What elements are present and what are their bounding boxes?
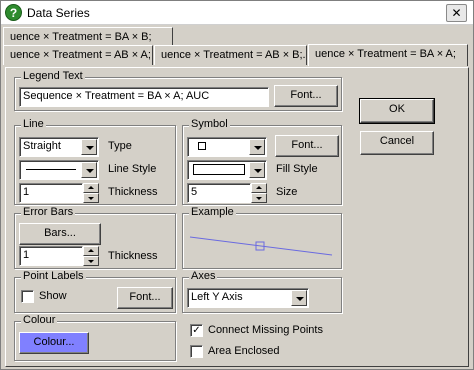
tab-series-ba-a[interactable]: uence × Treatment = BA × A; (308, 44, 468, 66)
line-type-value: Straight (23, 140, 61, 152)
help-question-icon: ? (5, 4, 22, 21)
line-thickness-input[interactable]: 1 (19, 183, 83, 203)
point-labels-group-label: Point Labels (21, 270, 86, 282)
line-thickness-label: Thickness (108, 186, 158, 198)
legend-font-button[interactable]: Font... (274, 85, 338, 107)
spin-up-icon[interactable] (83, 246, 99, 256)
point-labels-font-button-label: Font... (129, 291, 161, 303)
tab-series-ab-b[interactable]: uence × Treatment = AB × B;. (154, 45, 307, 65)
error-bar-thickness-input[interactable]: 1 (19, 246, 83, 266)
line-type-select[interactable]: Straight (19, 137, 99, 157)
tab-series-ab-a[interactable]: uence × Treatment = AB × A; (3, 45, 153, 65)
chevron-down-icon (81, 139, 97, 155)
chevron-down-icon (249, 139, 265, 155)
fill-style-select[interactable] (187, 160, 267, 180)
symbol-font-button-label: Font... (291, 139, 323, 151)
colour-button[interactable]: Colour... (19, 332, 89, 354)
point-labels-font-button[interactable]: Font... (117, 287, 173, 309)
symbol-font-button[interactable]: Font... (275, 135, 339, 157)
legend-font-button-label: Font... (290, 89, 322, 101)
spin-down-icon[interactable] (83, 256, 99, 266)
show-point-labels-checkbox[interactable] (21, 290, 34, 303)
square-symbol-icon (198, 142, 206, 150)
line-group-label: Line (21, 118, 46, 130)
symbol-size-input[interactable]: 5 (187, 183, 251, 203)
chevron-down-icon (291, 290, 307, 306)
spin-down-icon[interactable] (83, 193, 99, 203)
error-bar-thickness-label: Thickness (108, 250, 158, 262)
cancel-button[interactable]: Cancel (360, 131, 434, 155)
show-point-labels-label: Show (39, 290, 67, 302)
spin-up-icon[interactable] (83, 183, 99, 193)
colour-group-label: Colour (21, 314, 58, 326)
example-group-label: Example (189, 206, 236, 218)
line-type-label: Type (108, 140, 132, 152)
axes-select[interactable]: Left Y Axis (187, 288, 309, 308)
line-style-select[interactable] (19, 160, 99, 180)
area-enclosed-label: Area Enclosed (208, 345, 280, 357)
ok-button-label: OK (389, 103, 405, 115)
axes-group-label: Axes (189, 270, 218, 282)
window-title: Data Series (27, 6, 90, 20)
connect-missing-points-label: Connect Missing Points (208, 324, 323, 336)
data-series-dialog: ? Data Series ✕ uence × Treatment = BA ×… (0, 0, 474, 370)
bars-button[interactable]: Bars... (19, 223, 101, 245)
legend-text-group-label: Legend Text (21, 70, 85, 82)
chevron-down-icon (249, 162, 265, 178)
error-bar-thickness-spinner[interactable] (83, 246, 99, 266)
spin-down-icon[interactable] (251, 193, 267, 203)
error-bars-group-label: Error Bars (21, 206, 76, 218)
example-preview (189, 236, 333, 256)
line-thickness-spinner[interactable] (83, 183, 99, 203)
axes-value: Left Y Axis (191, 291, 243, 303)
tab-series-ba-b[interactable]: uence × Treatment = BA × B; (3, 27, 173, 47)
ok-button[interactable]: OK (359, 98, 435, 124)
symbol-size-spinner[interactable] (251, 183, 267, 203)
example-line (189, 236, 333, 256)
fill-style-label: Fill Style (276, 163, 318, 175)
cancel-button-label: Cancel (379, 135, 415, 147)
line-style-label: Line Style (108, 163, 157, 175)
tab-strip: uence × Treatment = BA × B; uence × Trea… (1, 25, 473, 67)
bars-button-label: Bars... (44, 227, 76, 239)
spin-up-icon[interactable] (251, 183, 267, 193)
colour-button-label: Colour... (33, 336, 75, 348)
title-bar: ? Data Series ✕ (1, 1, 473, 25)
chevron-down-icon (81, 162, 97, 178)
connect-missing-points-checkbox[interactable]: ✓ (190, 324, 203, 337)
checkmark-icon: ✓ (192, 325, 201, 336)
legend-text-input[interactable]: Sequence × Treatment = BA × A; AUC (19, 87, 269, 107)
symbol-group-label: Symbol (189, 118, 230, 130)
close-button[interactable]: ✕ (446, 4, 467, 22)
fill-style-swatch (193, 164, 245, 175)
symbol-shape-select[interactable] (187, 137, 267, 157)
line-style-swatch (26, 169, 76, 170)
area-enclosed-checkbox[interactable] (190, 345, 203, 358)
symbol-size-label: Size (276, 186, 298, 198)
